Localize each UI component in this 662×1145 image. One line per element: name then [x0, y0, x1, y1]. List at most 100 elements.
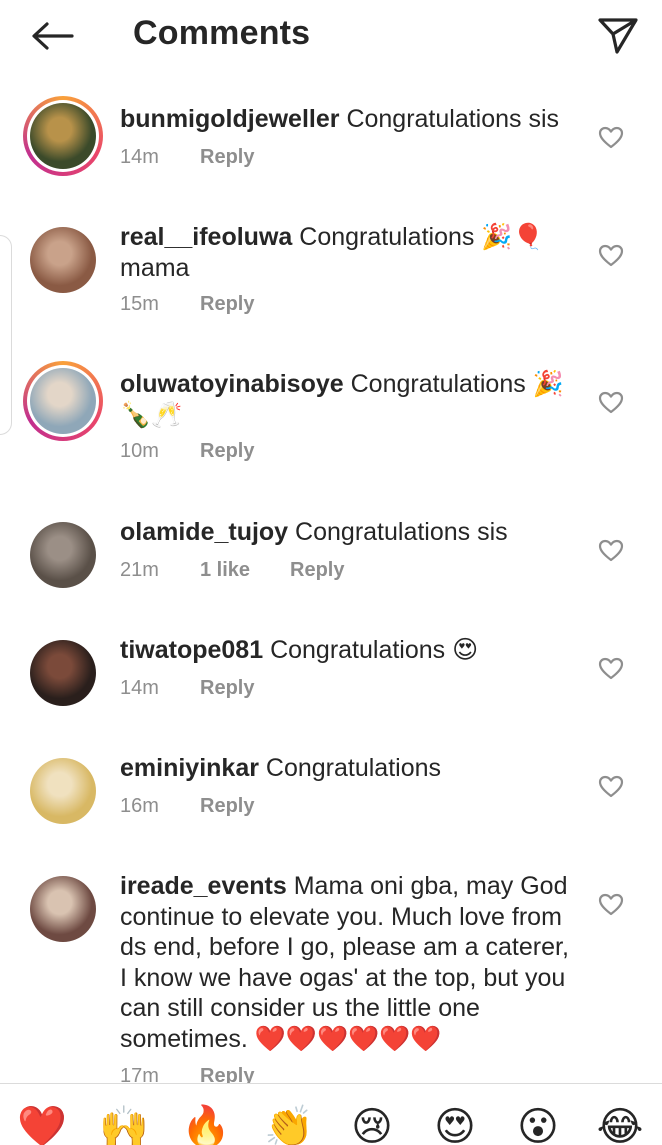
like-comment-button[interactable]: [597, 242, 625, 268]
comment-like-count[interactable]: 1 like: [200, 559, 290, 582]
comment-message: Congratulations: [265, 754, 442, 782]
avatar[interactable]: [23, 220, 103, 300]
quick-reaction-emoji[interactable]: ❤️: [16, 1104, 68, 1145]
comment-meta: 16m Reply: [120, 795, 254, 818]
avatar-ring: [27, 365, 99, 437]
comment-item: real__ifeoluwa Congratulations 🎉🎈 mama 15m…: [0, 206, 662, 333]
avatar[interactable]: [23, 751, 103, 831]
paper-plane-icon: [598, 18, 638, 54]
comment-meta: 21m 1 like Reply: [120, 559, 344, 582]
like-comment-button[interactable]: [597, 537, 625, 563]
comment-item: bunmigoldjeweller Congratulations sis 14m…: [0, 88, 662, 186]
comment-text: tiwatope081 Congratulations 😍: [120, 635, 580, 666]
reply-button[interactable]: Reply: [290, 559, 344, 582]
heart-outline-icon: [598, 893, 624, 915]
quick-reaction-emoji[interactable]: 😮: [512, 1104, 564, 1145]
comment-message: Congratulations sis: [346, 105, 560, 133]
comment-meta: 10m Reply: [120, 440, 254, 463]
back-button[interactable]: [28, 16, 76, 56]
comment-text: real__ifeoluwa Congratulations 🎉🎈 mama: [120, 222, 580, 283]
heart-outline-icon: [598, 657, 624, 679]
comment-item: olamide_tujoy Congratulations sis 21m 1 li…: [0, 501, 662, 599]
comment-text: bunmigoldjeweller Congratulations sis: [120, 104, 580, 135]
comment-username[interactable]: ireade_events: [120, 872, 287, 900]
avatar-image: [30, 522, 96, 588]
comment-message: Congratulations 🎉🎈: [299, 223, 544, 251]
avatar[interactable]: [23, 361, 103, 441]
reply-button[interactable]: Reply: [200, 795, 254, 818]
comment-meta: 14m Reply: [120, 677, 254, 700]
quick-reaction-emoji[interactable]: 🙌: [98, 1104, 150, 1145]
reply-button[interactable]: Reply: [200, 677, 254, 700]
quick-reaction-emoji[interactable]: 😂: [594, 1104, 646, 1145]
avatar[interactable]: [23, 96, 103, 176]
like-comment-button[interactable]: [597, 773, 625, 799]
avatar-ring: [27, 873, 99, 945]
reply-button[interactable]: Reply: [200, 1065, 254, 1083]
reply-button[interactable]: Reply: [200, 440, 254, 463]
quick-reaction-emoji[interactable]: 👏: [263, 1104, 315, 1145]
like-comment-button[interactable]: [597, 124, 625, 150]
header: Comments: [0, 0, 662, 76]
comment-username[interactable]: bunmigoldjeweller: [120, 105, 339, 133]
heart-outline-icon: [598, 539, 624, 561]
heart-outline-icon: [598, 775, 624, 797]
quick-reaction-bar: ❤️ 🙌 🔥 👏 😢 😍 😮 😂: [0, 1083, 662, 1145]
avatar-image: [30, 758, 96, 824]
comment-timestamp: 14m: [120, 146, 159, 168]
comment-meta: 17m Reply: [120, 1065, 254, 1083]
heart-outline-icon: [598, 126, 624, 148]
avatar[interactable]: [23, 515, 103, 595]
heart-outline-icon: [598, 244, 624, 266]
comment-message: Congratulations 🎉: [350, 370, 564, 398]
comment-username[interactable]: eminiyinkar: [120, 754, 259, 782]
like-comment-button[interactable]: [597, 891, 625, 917]
comment-text: ireade_events Mama oni gba, may God cont…: [120, 871, 580, 1054]
like-comment-button[interactable]: [597, 389, 625, 415]
avatar-ring: [27, 100, 99, 172]
comment-text: olamide_tujoy Congratulations sis: [120, 517, 580, 548]
avatar[interactable]: [23, 869, 103, 949]
comment-timestamp: 17m: [120, 1065, 159, 1083]
avatar-image: [30, 640, 96, 706]
comment-username[interactable]: olamide_tujoy: [120, 518, 288, 546]
comment-message: Congratulations sis: [295, 518, 508, 546]
comment-timestamp: 14m: [120, 677, 159, 699]
avatar[interactable]: [23, 633, 103, 713]
avatar-ring: [27, 755, 99, 827]
comment-message-continued: mama: [120, 253, 190, 282]
avatar-image: [30, 876, 96, 942]
share-button[interactable]: [594, 14, 642, 58]
comment-message-continued: 🍾🥂: [120, 400, 183, 429]
avatar-image: [30, 368, 96, 434]
comment-timestamp: 15m: [120, 293, 159, 315]
comment-text: eminiyinkar Congratulations: [120, 753, 580, 784]
comment-message: Congratulations 😍: [270, 636, 479, 664]
arrow-left-icon: [32, 22, 74, 50]
reply-button[interactable]: Reply: [200, 146, 254, 169]
comments-list: bunmigoldjeweller Congratulations sis 14m…: [0, 88, 662, 1083]
avatar-ring: [27, 224, 99, 296]
comment-timestamp: 10m: [120, 440, 159, 462]
heart-outline-icon: [598, 391, 624, 413]
comment-meta: 15m Reply: [120, 293, 254, 316]
comment-timestamp: 21m: [120, 559, 159, 581]
comment-username[interactable]: tiwatope081: [120, 636, 263, 664]
comment-item: tiwatope081 Congratulations 😍 14m Reply: [0, 619, 662, 717]
comment-timestamp: 16m: [120, 795, 159, 817]
comment-username[interactable]: oluwatoyinabisoye: [120, 370, 344, 398]
quick-reaction-emoji[interactable]: 😍: [429, 1104, 481, 1145]
like-comment-button[interactable]: [597, 655, 625, 681]
avatar-image: [30, 227, 96, 293]
comment-item: eminiyinkar Congratulations 16m Reply: [0, 737, 662, 835]
avatar-ring: [27, 637, 99, 709]
avatar-image: [30, 103, 96, 169]
comment-meta: 14m Reply: [120, 146, 254, 169]
reply-button[interactable]: Reply: [200, 293, 254, 316]
avatar-ring: [27, 519, 99, 591]
comment-item: ireade_events Mama oni gba, may God cont…: [0, 855, 662, 1083]
comment-item: oluwatoyinabisoye Congratulations 🎉 🍾🥂 10m…: [0, 353, 662, 480]
quick-reaction-emoji[interactable]: 😢: [346, 1104, 398, 1145]
comment-username[interactable]: real__ifeoluwa: [120, 223, 292, 251]
quick-reaction-emoji[interactable]: 🔥: [180, 1104, 232, 1145]
